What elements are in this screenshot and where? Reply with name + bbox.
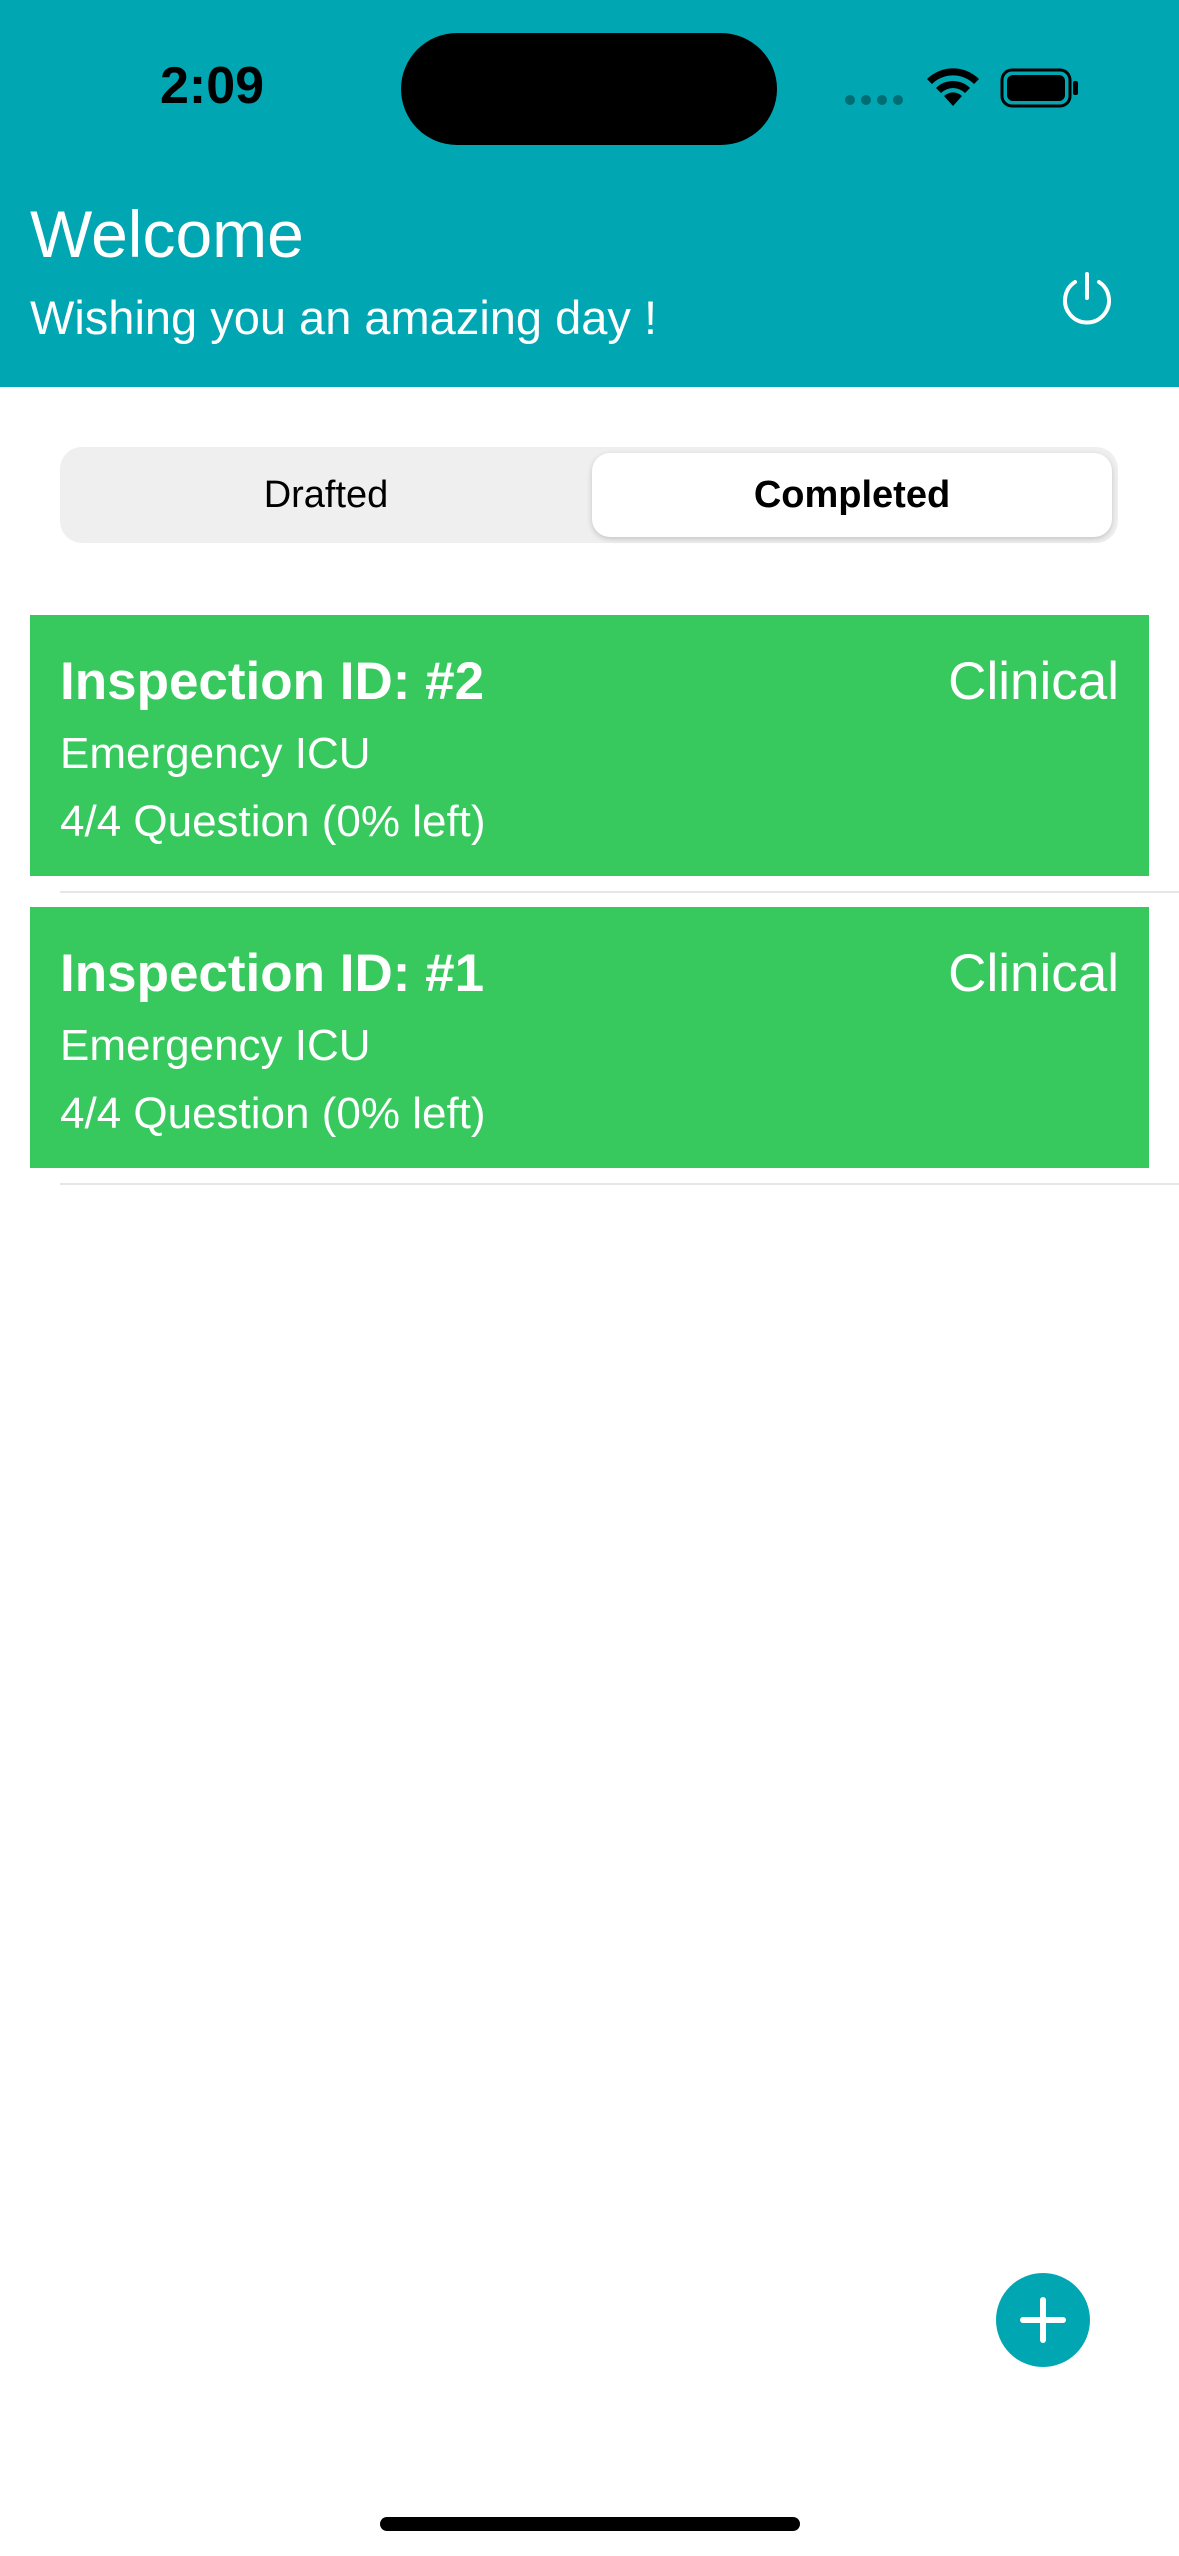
tab-completed[interactable]: Completed <box>592 453 1112 537</box>
welcome-subtitle: Wishing you an amazing day ! <box>30 291 657 344</box>
inspection-category: Clinical <box>948 944 1119 1003</box>
inspection-department: Emergency ICU <box>60 729 371 778</box>
cellular-signal-icon <box>845 95 903 105</box>
inspection-title: Inspection ID: #1 <box>60 944 485 1003</box>
inspection-progress: 4/4 Question (0% left) <box>60 797 486 846</box>
welcome-title: Welcome <box>30 197 304 271</box>
inspection-department: Emergency ICU <box>60 1021 371 1070</box>
list-separator <box>60 1183 1179 1185</box>
inspection-progress: 4/4 Question (0% left) <box>60 1089 486 1138</box>
inspection-card[interactable]: Inspection ID: #1 Clinical Emergency ICU… <box>30 907 1149 1168</box>
home-indicator <box>380 2517 800 2531</box>
inspection-card[interactable]: Inspection ID: #2 Clinical Emergency ICU… <box>30 615 1149 876</box>
list-separator <box>60 891 1179 893</box>
inspection-title: Inspection ID: #2 <box>60 652 485 711</box>
battery-icon <box>1000 68 1078 108</box>
status-time: 2:09 <box>160 57 265 115</box>
power-icon[interactable] <box>1055 268 1119 332</box>
wifi-icon <box>927 68 979 106</box>
header-bar: 2:09 Welcome Wishing you an amazing day … <box>0 0 1179 387</box>
plus-icon <box>1020 2297 1066 2343</box>
inspection-category: Clinical <box>948 652 1119 711</box>
dynamic-island <box>401 33 777 145</box>
status-segmented-control: Drafted Completed <box>60 447 1118 543</box>
tab-drafted[interactable]: Drafted <box>66 453 586 537</box>
add-inspection-button[interactable] <box>996 2273 1090 2367</box>
